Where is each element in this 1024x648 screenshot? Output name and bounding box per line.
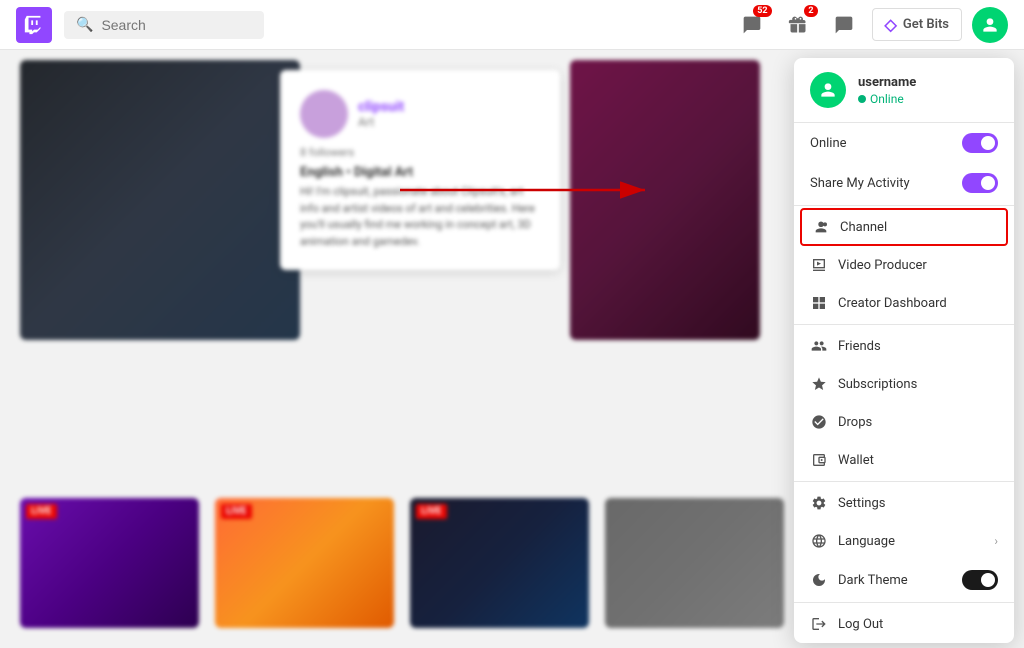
live-badge-1: LIVE <box>26 504 57 519</box>
logout-icon <box>810 615 828 633</box>
main-content: clipsuit Art 8 followers English • Digit… <box>0 50 1024 648</box>
popup-header: clipsuit Art <box>300 90 540 138</box>
popup-followers: 8 followers <box>300 146 540 159</box>
stream-thumb-2[interactable]: LIVE <box>215 498 394 628</box>
drops-menu-item[interactable]: Drops <box>794 403 1014 441</box>
dark-theme-toggle-row[interactable]: Dark Theme <box>794 560 1014 600</box>
status-dot <box>858 95 866 103</box>
online-toggle[interactable] <box>962 133 998 153</box>
channel-menu-item[interactable]: Channel <box>800 208 1008 246</box>
gifts-button[interactable]: 2 <box>780 7 816 43</box>
language-label: Language <box>838 534 984 549</box>
popup-username: clipsuit <box>358 99 404 115</box>
logout-label: Log Out <box>838 617 998 632</box>
dark-theme-label: Dark Theme <box>838 573 908 588</box>
creator-dashboard-icon <box>810 294 828 312</box>
subscriptions-icon <box>810 375 828 393</box>
dropdown-user-avatar <box>810 72 846 108</box>
dropdown-status: Online <box>858 92 916 106</box>
dropdown-username: username <box>858 75 916 90</box>
subscriptions-label: Subscriptions <box>838 377 998 392</box>
video-producer-label: Video Producer <box>838 258 998 273</box>
drops-icon <box>810 413 828 431</box>
arrow-indicator <box>390 165 670 219</box>
live-badge-2: LIVE <box>221 504 252 519</box>
video-producer-icon <box>810 256 828 274</box>
friends-label: Friends <box>838 339 998 354</box>
site-logo[interactable] <box>16 7 52 43</box>
wallet-label: Wallet <box>838 453 998 468</box>
popup-user-avatar <box>300 90 348 138</box>
get-bits-button[interactable]: ◇ Get Bits <box>872 8 962 41</box>
channel-icon <box>812 218 830 236</box>
divider-2 <box>794 324 1014 325</box>
channel-label: Channel <box>840 220 996 235</box>
share-activity-toggle[interactable] <box>962 173 998 193</box>
online-toggle-row[interactable]: Online <box>794 123 1014 163</box>
chat-button[interactable] <box>826 7 862 43</box>
bits-icon: ◇ <box>885 15 897 34</box>
settings-menu-item[interactable]: Settings <box>794 484 1014 522</box>
dark-theme-toggle[interactable] <box>962 570 998 590</box>
wallet-menu-item[interactable]: Wallet <box>794 441 1014 479</box>
divider-4 <box>794 602 1014 603</box>
settings-label: Settings <box>838 496 998 511</box>
creator-dashboard-label: Creator Dashboard <box>838 296 998 311</box>
dropdown-user-header: username Online <box>794 58 1014 123</box>
divider-1 <box>794 205 1014 206</box>
get-bits-label: Get Bits <box>903 17 949 32</box>
nav-right-actions: 52 2 ◇ Get Bits <box>734 7 1008 43</box>
settings-icon <box>810 494 828 512</box>
divider-3 <box>794 481 1014 482</box>
drops-label: Drops <box>838 415 998 430</box>
notification-count: 52 <box>753 5 771 17</box>
friends-icon <box>810 337 828 355</box>
bottom-streams-row: LIVE LIVE LIVE <box>0 498 804 628</box>
creator-dashboard-menu-item[interactable]: Creator Dashboard <box>794 284 1014 322</box>
language-menu-item[interactable]: Language › <box>794 522 1014 560</box>
friends-menu-item[interactable]: Friends <box>794 327 1014 365</box>
user-dropdown-menu: username Online Online Share My Activity… <box>794 58 1014 643</box>
share-activity-label: Share My Activity <box>810 176 910 191</box>
stream-thumb-1[interactable]: LIVE <box>20 498 199 628</box>
language-arrow: › <box>994 534 998 548</box>
logout-menu-item[interactable]: Log Out <box>794 605 1014 643</box>
dropdown-user-info: username Online <box>858 75 916 106</box>
dark-theme-icon <box>810 571 828 589</box>
gift-count: 2 <box>804 5 817 17</box>
wallet-icon <box>810 451 828 469</box>
search-bar[interactable]: 🔍 <box>64 11 264 39</box>
language-icon <box>810 532 828 550</box>
top-navigation: 🔍 52 2 ◇ Get Bits <box>0 0 1024 50</box>
status-text: Online <box>870 92 904 106</box>
video-producer-menu-item[interactable]: Video Producer <box>794 246 1014 284</box>
live-badge-3: LIVE <box>416 504 447 519</box>
share-activity-toggle-row[interactable]: Share My Activity <box>794 163 1014 203</box>
stream-thumb-3[interactable]: LIVE <box>410 498 589 628</box>
popup-role: Art <box>358 115 404 129</box>
search-input[interactable] <box>101 17 252 33</box>
online-label: Online <box>810 136 847 151</box>
stream-thumb-4[interactable] <box>605 498 784 628</box>
search-icon: 🔍 <box>76 17 93 33</box>
subscriptions-menu-item[interactable]: Subscriptions <box>794 365 1014 403</box>
user-avatar-button[interactable] <box>972 7 1008 43</box>
notifications-button[interactable]: 52 <box>734 7 770 43</box>
